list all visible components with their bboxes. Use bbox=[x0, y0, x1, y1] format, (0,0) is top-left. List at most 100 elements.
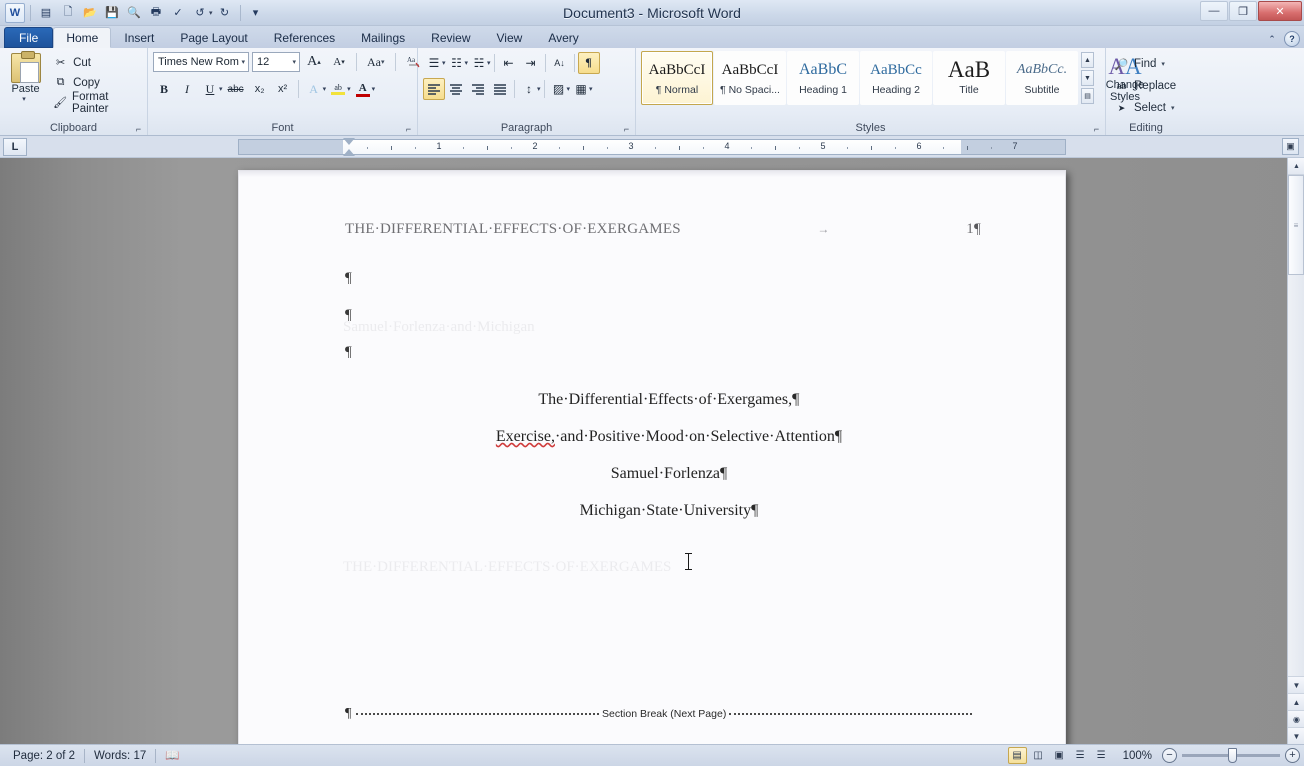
undo-dropdown-caret-icon[interactable]: ▾ bbox=[209, 9, 213, 17]
quick-print-icon[interactable]: 🖶 bbox=[146, 3, 166, 23]
grow-font-button[interactable]: A ▴ bbox=[303, 51, 325, 73]
style-normal[interactable]: AaBbCcI ¶ Normal bbox=[641, 51, 713, 105]
copy-button[interactable]: ⧉ Copy bbox=[49, 73, 142, 92]
align-right-button[interactable] bbox=[467, 78, 489, 100]
view-ruler-toggle-icon[interactable]: ▣ bbox=[1282, 138, 1299, 155]
proofing-status-icon[interactable]: 📖 bbox=[156, 747, 188, 765]
multilevel-caret-icon[interactable]: ▾ bbox=[487, 59, 491, 67]
restore-button[interactable]: ❐ bbox=[1229, 1, 1257, 21]
font-name-combobox[interactable]: Times New Rom ▾ bbox=[153, 52, 249, 72]
font-color-icon[interactable]: A bbox=[352, 78, 374, 100]
tab-view[interactable]: View bbox=[484, 27, 536, 48]
page-indicator[interactable]: Page: 2 of 2 bbox=[4, 747, 84, 765]
print-preview-icon[interactable]: 🔍 bbox=[124, 3, 144, 23]
superscript-button[interactable]: x² bbox=[272, 78, 294, 100]
show-formatting-marks-button[interactable]: ¶ bbox=[577, 51, 600, 74]
text-highlight-color-icon[interactable]: ab bbox=[327, 78, 349, 100]
tab-insert[interactable]: Insert bbox=[111, 27, 167, 48]
styles-dialog-launcher-icon[interactable]: ⌐ bbox=[1091, 123, 1102, 134]
zoom-out-button[interactable]: − bbox=[1162, 748, 1177, 763]
close-button[interactable]: ✕ bbox=[1258, 1, 1302, 21]
paragraph-dialog-launcher-icon[interactable]: ⌐ bbox=[621, 123, 632, 134]
zoom-level-label[interactable]: 100% bbox=[1111, 750, 1162, 762]
replace-button[interactable]: ab Replace bbox=[1111, 75, 1179, 97]
paste-caret-icon[interactable]: ▾ bbox=[22, 95, 26, 103]
horizontal-ruler[interactable]: 1 2 3 4 5 6 7 bbox=[238, 138, 1066, 156]
tab-references[interactable]: References bbox=[261, 27, 348, 48]
redo-icon[interactable]: ↻ bbox=[215, 3, 235, 23]
help-icon[interactable]: ? bbox=[1284, 31, 1300, 47]
bold-button[interactable]: B bbox=[153, 78, 175, 100]
find-button[interactable]: 🔎 Find ▾ bbox=[1111, 53, 1168, 75]
print-layout-view-button[interactable]: ▤ bbox=[1007, 747, 1027, 764]
save-as-icon[interactable]: ▤ bbox=[36, 3, 56, 23]
outline-view-button[interactable]: ☰ bbox=[1071, 747, 1090, 764]
empty-paragraph-1[interactable]: ¶ bbox=[345, 270, 352, 287]
first-line-indent-marker[interactable] bbox=[343, 138, 355, 145]
tab-file[interactable]: File bbox=[4, 27, 54, 48]
scrollbar-thumb[interactable]: ≡ bbox=[1288, 175, 1304, 275]
align-center-button[interactable] bbox=[445, 78, 467, 100]
previous-page-icon[interactable]: ▲ bbox=[1288, 693, 1304, 710]
underline-button[interactable]: U bbox=[199, 78, 221, 100]
scrollbar-track[interactable] bbox=[1288, 275, 1304, 676]
zoom-track[interactable] bbox=[1182, 748, 1280, 763]
text-effects-icon[interactable]: A bbox=[303, 78, 325, 100]
shrink-font-button[interactable]: A ▾ bbox=[328, 51, 350, 73]
select-button[interactable]: ➤ Select ▾ bbox=[1111, 97, 1177, 119]
style-no-spacing[interactable]: AaBbCcI ¶ No Spaci... bbox=[714, 51, 786, 105]
customize-qat-icon[interactable]: ▾ bbox=[246, 3, 266, 23]
borders-caret-icon[interactable]: ▾ bbox=[589, 85, 593, 93]
gallery-scroll-down-icon[interactable]: ▼ bbox=[1081, 70, 1094, 86]
style-title[interactable]: AaB Title bbox=[933, 51, 1005, 105]
decrease-indent-icon[interactable]: ⇤ bbox=[498, 52, 520, 74]
highlight-caret-icon[interactable]: ▾ bbox=[347, 85, 351, 93]
select-caret-icon[interactable]: ▾ bbox=[1171, 104, 1175, 112]
section-break[interactable]: ¶ Section Break (Next Page) bbox=[345, 704, 975, 724]
tab-avery[interactable]: Avery bbox=[535, 27, 591, 48]
tab-page-layout[interactable]: Page Layout bbox=[167, 27, 260, 48]
empty-paragraph-3[interactable]: ¶ bbox=[345, 344, 352, 361]
underline-caret-icon[interactable]: ▾ bbox=[219, 85, 223, 93]
format-painter-button[interactable]: 🖌 Format Painter bbox=[49, 91, 142, 115]
align-left-button[interactable] bbox=[423, 77, 445, 100]
clipboard-dialog-launcher-icon[interactable]: ⌐ bbox=[133, 123, 144, 134]
vertical-scrollbar[interactable]: ▲ ≡ ▼ ▲ ◉ ▼ bbox=[1287, 158, 1304, 744]
zoom-in-button[interactable]: + bbox=[1285, 748, 1300, 763]
minimize-button[interactable]: — bbox=[1200, 1, 1228, 21]
document-page[interactable]: THE·DIFFERENTIAL·EFFECTS·OF·EXERGAMES → … bbox=[238, 170, 1066, 744]
subscript-button[interactable]: x₂ bbox=[249, 78, 271, 100]
zoom-thumb[interactable] bbox=[1228, 748, 1237, 763]
increase-indent-icon[interactable]: ⇥ bbox=[520, 52, 542, 74]
strikethrough-button[interactable]: abc bbox=[224, 78, 248, 100]
font-size-combobox[interactable]: 12 ▾ bbox=[252, 52, 300, 72]
body-line-affiliation[interactable]: Michigan·State·University¶ bbox=[239, 484, 1067, 538]
paste-button[interactable]: Paste ▾ bbox=[5, 51, 46, 112]
document-header[interactable]: THE·DIFFERENTIAL·EFFECTS·OF·EXERGAMES → … bbox=[345, 221, 981, 238]
zoom-slider[interactable]: − + bbox=[1162, 748, 1300, 763]
font-color-caret-icon[interactable]: ▾ bbox=[372, 85, 376, 93]
select-browse-object-icon[interactable]: ◉ bbox=[1288, 710, 1304, 727]
tab-mailings[interactable]: Mailings bbox=[348, 27, 418, 48]
find-caret-icon[interactable]: ▾ bbox=[1161, 60, 1165, 68]
gallery-more-icon[interactable]: ▤ bbox=[1081, 88, 1094, 104]
bullets-caret-icon[interactable]: ▾ bbox=[442, 59, 446, 67]
web-layout-view-button[interactable]: ▣ bbox=[1050, 747, 1069, 764]
minimize-ribbon-icon[interactable]: ⌃ bbox=[1264, 31, 1280, 47]
save-icon[interactable]: 💾 bbox=[102, 3, 122, 23]
tab-home[interactable]: Home bbox=[53, 27, 112, 48]
justify-button[interactable] bbox=[489, 78, 511, 100]
font-dialog-launcher-icon[interactable]: ⌐ bbox=[403, 123, 414, 134]
word-count[interactable]: Words: 17 bbox=[85, 747, 155, 765]
new-document-icon[interactable]: 🗋 bbox=[58, 3, 78, 23]
tab-stop-selector[interactable]: L bbox=[3, 137, 27, 156]
draft-view-button[interactable]: ☰ bbox=[1092, 747, 1111, 764]
scroll-up-icon[interactable]: ▲ bbox=[1288, 158, 1304, 175]
style-subtitle[interactable]: AaBbCc. Subtitle bbox=[1006, 51, 1078, 105]
line-spacing-caret-icon[interactable]: ▾ bbox=[537, 85, 541, 93]
tab-review[interactable]: Review bbox=[418, 27, 483, 48]
change-case-button[interactable]: Aa ▾ bbox=[363, 51, 389, 73]
style-heading-2[interactable]: AaBbCc Heading 2 bbox=[860, 51, 932, 105]
cut-button[interactable]: ✂ Cut bbox=[49, 53, 142, 72]
word-logo-icon[interactable]: W bbox=[5, 2, 25, 23]
